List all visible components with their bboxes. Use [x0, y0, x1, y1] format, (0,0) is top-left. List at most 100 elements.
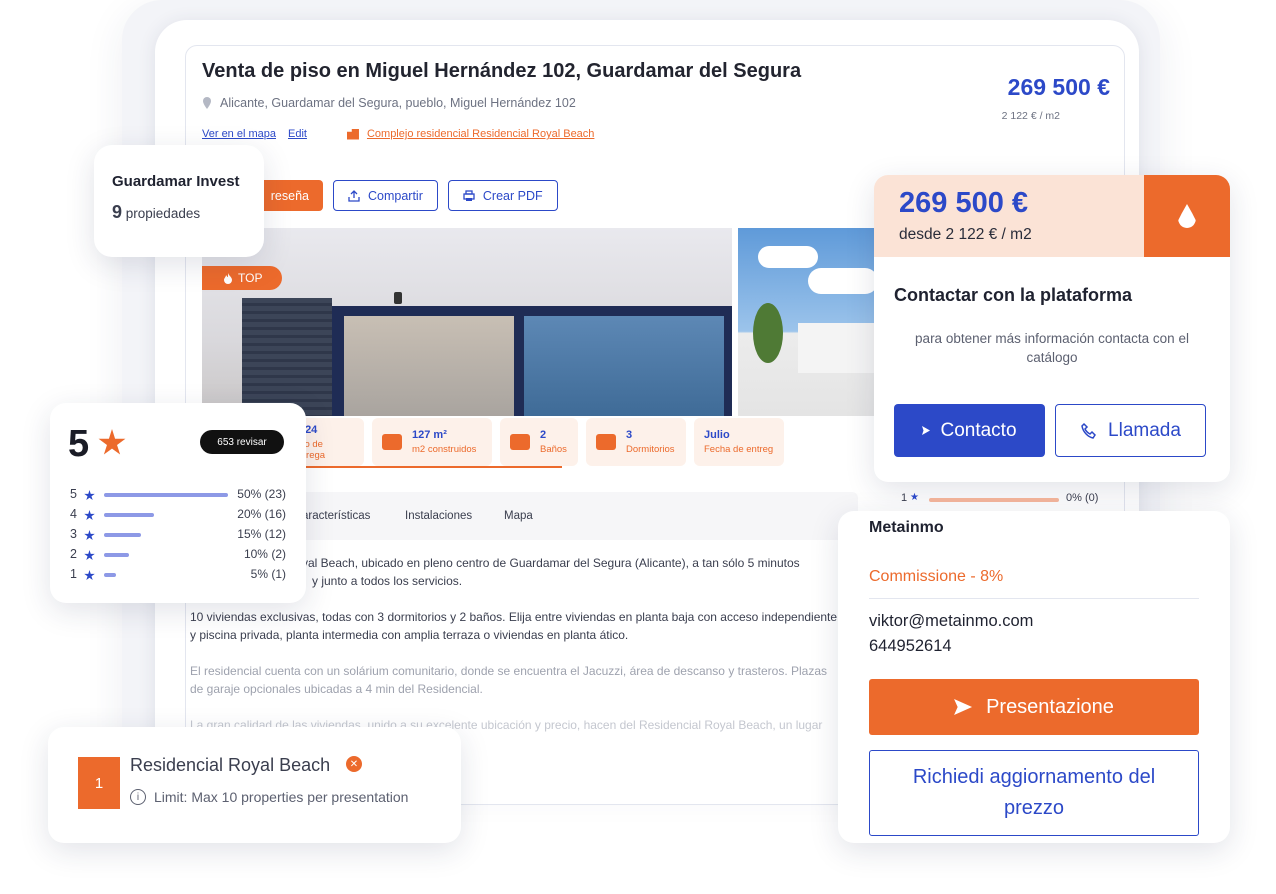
remove-icon[interactable]: ✕ [346, 756, 362, 772]
star-icon [84, 550, 95, 561]
pct-value: 15% [237, 527, 262, 541]
rating-row-1: 1 ★ 0% (0) [901, 492, 1101, 508]
rating-row: 4 20% (16) [70, 507, 290, 523]
listing-price-per-m2: 2 122 € / m2 [1001, 110, 1060, 122]
feature-bedrooms: 3 Dormitorios [586, 418, 686, 466]
photo-tree [753, 303, 783, 363]
tab-mapa[interactable]: Mapa [504, 510, 533, 522]
agency-card[interactable]: Guardamar Invest 9 propiedades [94, 145, 264, 257]
view-map-link[interactable]: Ver en el mapa [202, 128, 276, 140]
bathtub-icon [510, 434, 530, 450]
listing-title: Venta de piso en Miguel Hernández 102, G… [202, 60, 802, 82]
hot-badge [1144, 175, 1230, 257]
reviews-badge[interactable]: 653 revisar [200, 430, 284, 454]
rating-row-stars: 5 [70, 487, 77, 501]
feature-label: Fecha de entreg [704, 444, 774, 455]
pdf-button-label: Crear PDF [482, 188, 543, 203]
rating-row-bar [104, 493, 228, 497]
tab-instalaciones[interactable]: Instalaciones [405, 510, 472, 522]
pct-value: 20% [237, 507, 262, 521]
contact-price-per-m2: desde 2 122 € / m2 [899, 226, 1032, 243]
rating-row-bar [929, 498, 1059, 502]
complex-link[interactable]: Complejo residencial Residencial Royal B… [346, 128, 594, 140]
rating-row-bar [104, 553, 129, 557]
location-pin-icon [203, 97, 211, 109]
rating-score: 5 [68, 423, 90, 465]
photo-house [798, 323, 878, 373]
bed-icon [596, 434, 616, 450]
rating-row-pct: 20% (16) [237, 507, 286, 521]
feature-value: 127 m² [412, 429, 447, 441]
contact-button-label: Contacto [940, 419, 1017, 441]
price-update-button[interactable]: Richiedi aggiornamento del prezzo [869, 750, 1199, 836]
divider [869, 598, 1199, 599]
rating-row-stars: 3 [70, 527, 77, 541]
rating-row: 2 10% (2) [70, 547, 290, 563]
photo-glass-right [524, 316, 724, 416]
listing-links: Ver en el mapa Edit Complejo residencial… [202, 128, 594, 140]
star-icon [84, 510, 95, 521]
contact-price: 269 500 € [899, 187, 1029, 219]
agency-count-label: propiedades [125, 206, 201, 221]
rating-row-bar [104, 533, 141, 537]
rating-row-pct: 0% (0) [1066, 492, 1099, 504]
count-value: (16) [264, 507, 286, 521]
stage: Venta de piso en Miguel Hernández 102, G… [0, 0, 1276, 894]
area-icon [382, 434, 402, 450]
call-button-label: Llamada [1108, 419, 1181, 441]
pdf-button[interactable]: Crear PDF [447, 180, 558, 211]
count-value: (23) [264, 487, 286, 501]
main-photo[interactable] [202, 228, 732, 416]
rating-row-pct: 10% (2) [244, 547, 286, 561]
agent-email[interactable]: viktor@metainmo.com [869, 612, 1033, 631]
star-icon [84, 490, 95, 501]
feature-baths: 2 Baños [500, 418, 578, 466]
info-icon: i [130, 789, 146, 805]
rating-row-stars: 2 [70, 547, 77, 561]
presentation-button[interactable]: Presentazione [869, 679, 1199, 735]
agency-properties: 9 propiedades [112, 202, 200, 223]
desc-paragraph-3: El residencial cuenta con un solárium co… [190, 664, 828, 696]
limit-text: Limit: Max 10 properties per presentatio… [154, 789, 409, 805]
rating-row: 3 15% (12) [70, 527, 290, 543]
rating-row-bar [104, 573, 116, 577]
presentation-button-label: Presentazione [986, 695, 1114, 718]
tab-caracteristicas[interactable]: aracterísticas [302, 510, 370, 522]
rating-row: 5 50% (23) [70, 487, 290, 503]
price-update-button-label: Richiedi aggiornamento del prezzo [912, 766, 1156, 819]
side-photo[interactable] [738, 228, 878, 416]
star-icon [84, 530, 95, 541]
phone-icon [1081, 422, 1097, 439]
call-button[interactable]: Llamada [1055, 404, 1206, 457]
pct-value: 5% [250, 567, 268, 581]
top-badge-label: TOP [238, 271, 263, 285]
star-icon: ★ [910, 492, 919, 503]
address-text: Alicante, Guardamar del Segura, pueblo, … [220, 96, 576, 110]
item-name: Residencial Royal Beach [130, 755, 331, 775]
share-button[interactable]: Compartir [333, 180, 438, 211]
rating-row-stars: 1 [70, 567, 77, 581]
top-badge: TOP [202, 266, 282, 290]
feature-value: Julio [704, 429, 730, 441]
send-icon [954, 699, 973, 715]
limit-note: i Limit: Max 10 properties per presentat… [130, 789, 408, 805]
photo-cloud [758, 246, 818, 268]
agent-phone[interactable]: 644952614 [869, 637, 952, 656]
star-icon [98, 429, 126, 455]
rating-row-bar [104, 513, 154, 517]
agency-count: 9 [112, 202, 123, 222]
star-icon [84, 570, 95, 581]
contact-button[interactable]: Contacto [894, 404, 1045, 457]
fire-icon [1178, 204, 1196, 228]
feature-value: 3 [626, 429, 633, 441]
edit-link[interactable]: Edit [288, 128, 307, 140]
share-icon [348, 189, 360, 202]
agent-name: Metainmo [869, 519, 944, 536]
photo-window [332, 306, 732, 416]
rating-card: 5 653 revisar 5 50% (23) 4 20% (16) 3 15… [50, 403, 306, 603]
share-button-label: Compartir [368, 188, 423, 203]
rating-row-pct: 15% (12) [237, 527, 286, 541]
feature-label: Dormitorios [626, 444, 675, 455]
printer-icon [463, 189, 475, 201]
photo-shutter [242, 298, 332, 416]
